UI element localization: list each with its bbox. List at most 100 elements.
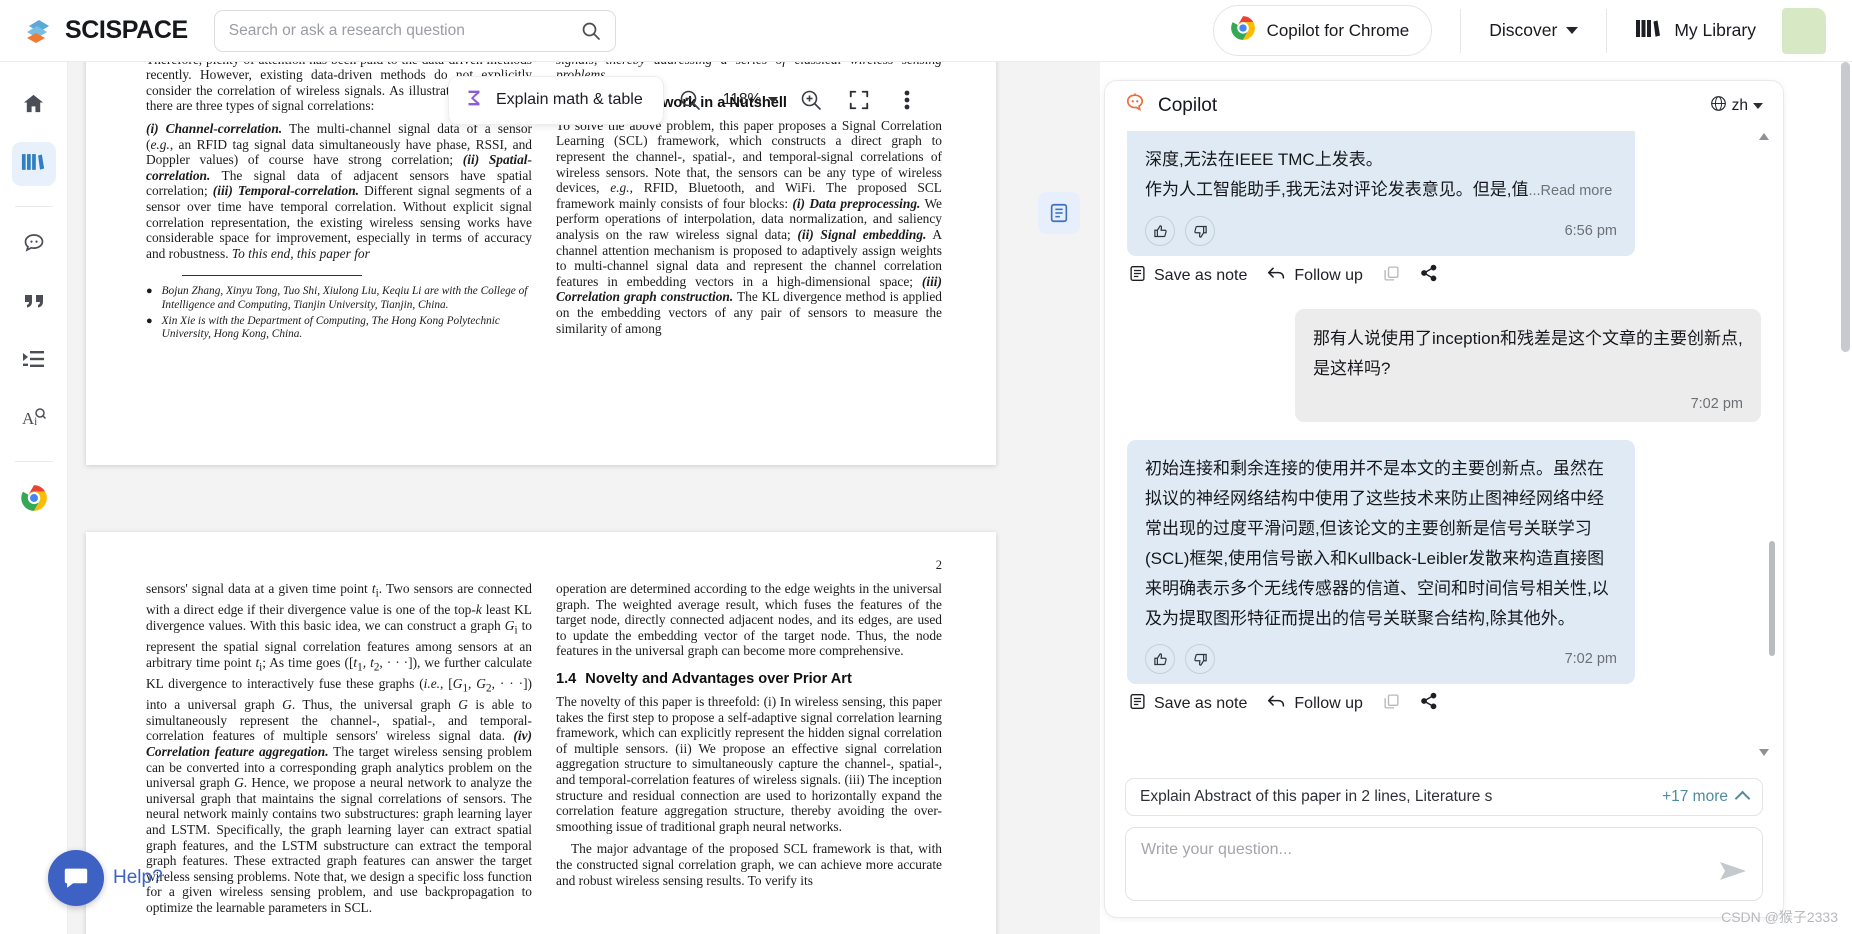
language-selector[interactable]: zh — [1710, 95, 1763, 117]
sidebar-item-chrome[interactable] — [12, 478, 56, 522]
copilot-panel: Copilot zh 深度,无法在IEEE TMC上发表。 作为人工智能助手,我… — [1104, 80, 1784, 918]
library-books-icon — [21, 150, 46, 178]
discover-label: Discover — [1489, 20, 1558, 40]
left-sidebar: A i — [0, 62, 68, 934]
save-as-note-button[interactable]: Save as note — [1129, 265, 1247, 287]
globe-icon — [1710, 95, 1727, 117]
share-icon — [1420, 692, 1438, 715]
copy-icon — [1383, 265, 1400, 287]
bullet-icon: ● — [146, 314, 153, 327]
copilot-for-chrome-label: Copilot for Chrome — [1266, 20, 1410, 40]
more-prompts-label[interactable]: +17 more — [1662, 788, 1728, 806]
scroll-down-arrow[interactable] — [1759, 749, 1769, 756]
share-button[interactable] — [1420, 264, 1438, 287]
chevron-up-icon[interactable] — [1734, 790, 1751, 807]
copy-button[interactable] — [1383, 693, 1400, 715]
message-timestamp: 7:02 pm — [1690, 396, 1743, 412]
page2-left-column: sensors' signal data at a given time poi… — [146, 581, 532, 923]
paragraph: To solve the above problem, this paper p… — [556, 117, 942, 336]
user-avatar[interactable] — [1782, 7, 1826, 54]
thumbs-up-icon[interactable] — [1145, 216, 1175, 246]
follow-up-button[interactable]: Follow up — [1267, 265, 1363, 287]
follow-up-button[interactable]: Follow up — [1267, 693, 1363, 715]
share-button[interactable] — [1420, 692, 1438, 715]
feedback-buttons — [1145, 644, 1215, 674]
suggested-prompt-text[interactable]: Explain Abstract of this paper in 2 line… — [1140, 788, 1662, 806]
copilot-messages[interactable]: 深度,无法在IEEE TMC上发表。 作为人工智能助手,我无法对评论发表意见。但… — [1105, 131, 1783, 768]
chevron-down-icon — [1753, 103, 1763, 109]
assistant-message-bubble: 初始连接和剩余连接的使用并不是本文的主要创新点。虽然在拟议的神经网络结构中使用了… — [1127, 440, 1635, 684]
scispace-logo-icon — [22, 15, 54, 47]
note-icon — [1129, 265, 1146, 287]
scrollbar-thumb[interactable] — [1769, 541, 1775, 656]
ai-text-search-icon: A i — [22, 406, 46, 433]
page-number: 2 — [935, 558, 942, 572]
sidebar-item-library[interactable] — [11, 142, 56, 186]
read-more-link[interactable]: ...Read more — [1528, 183, 1612, 199]
zoom-level-selector[interactable]: 118% — [716, 91, 786, 109]
discover-menu[interactable]: Discover — [1489, 20, 1579, 41]
user-message-bubble: 那有人说使用了inception和残差是这个文章的主要创新点,是这样吗? 7:0… — [1295, 309, 1761, 422]
copilot-composer-area: Explain Abstract of this paper in 2 line… — [1105, 768, 1783, 917]
copilot-for-chrome-button[interactable]: Copilot for Chrome — [1212, 5, 1433, 56]
chevron-down-icon — [1566, 27, 1579, 34]
search-input[interactable] — [228, 21, 581, 40]
sidebar-item-paraphrase[interactable]: A i — [12, 397, 56, 441]
footnote-item: ● Xin Xie is with the Department of Comp… — [146, 314, 500, 340]
pdf-viewer[interactable]: fect, and hardware deviation cannot be w… — [68, 62, 1100, 934]
search-icon[interactable] — [581, 21, 601, 41]
fullscreen-button[interactable] — [837, 78, 881, 122]
paragraph: The major advantage of the proposed SCL … — [556, 841, 942, 888]
suggested-prompts-bar[interactable]: Explain Abstract of this paper in 2 line… — [1125, 778, 1763, 816]
page2-right-column: operation are determined according to th… — [556, 581, 942, 923]
question-composer[interactable] — [1125, 827, 1763, 901]
header-divider-1 — [1460, 8, 1462, 53]
message-actions: Save as note Follow up — [1129, 264, 1761, 287]
help-widget[interactable]: Help? — [48, 850, 163, 906]
question-input[interactable] — [1141, 841, 1747, 859]
my-library-label: My Library — [1674, 20, 1756, 40]
sidebar-divider-1 — [14, 206, 53, 207]
copilot-scrollbar[interactable] — [1759, 131, 1775, 761]
copilot-header: Copilot zh — [1105, 81, 1783, 131]
page-scrollbar[interactable] — [1841, 62, 1850, 934]
global-search-bar[interactable] — [213, 9, 616, 52]
more-options-button[interactable] — [885, 78, 929, 122]
zoom-out-button[interactable] — [668, 78, 712, 122]
notes-panel-toggle[interactable] — [1038, 192, 1080, 234]
help-label[interactable]: Help? — [113, 867, 163, 889]
thumbs-up-icon[interactable] — [1145, 644, 1175, 674]
save-as-note-label: Save as note — [1154, 266, 1248, 284]
home-icon — [22, 92, 45, 120]
quote-marks-icon — [22, 291, 46, 316]
copilot-bot-icon — [1123, 92, 1147, 121]
message-timestamp: 6:56 pm — [1564, 223, 1617, 239]
sidebar-item-chat[interactable] — [12, 223, 56, 267]
feedback-buttons — [1145, 216, 1215, 246]
thumbs-down-icon[interactable] — [1185, 216, 1215, 246]
reply-arrow-icon — [1267, 693, 1286, 715]
sidebar-item-outline[interactable] — [12, 339, 56, 383]
paragraph: sensors' signal data at a given time poi… — [146, 581, 533, 915]
scroll-up-arrow[interactable] — [1759, 133, 1769, 140]
my-library-button[interactable]: My Library — [1635, 16, 1756, 45]
share-icon — [1420, 264, 1438, 287]
page-scrollbar-thumb[interactable] — [1841, 62, 1850, 352]
zoom-in-button[interactable] — [789, 78, 833, 122]
copy-icon — [1383, 693, 1400, 715]
sidebar-item-home[interactable] — [12, 84, 56, 128]
send-button[interactable] — [1718, 859, 1748, 888]
message-footer: 7:02 pm — [1145, 644, 1617, 674]
thumbs-down-icon[interactable] — [1185, 644, 1215, 674]
explain-math-table-button[interactable]: Explain math & table — [448, 75, 664, 125]
pdf-page-2: 2 sensors' signal data at a given time p… — [86, 532, 996, 934]
sidebar-divider-2 — [14, 461, 53, 462]
language-value: zh — [1731, 97, 1748, 114]
copy-button[interactable] — [1383, 265, 1400, 287]
save-as-note-button[interactable]: Save as note — [1129, 693, 1247, 715]
sidebar-item-citations[interactable] — [12, 281, 56, 325]
message-timestamp: 7:02 pm — [1564, 651, 1617, 667]
help-chat-button[interactable] — [48, 850, 104, 906]
note-icon — [1129, 693, 1146, 715]
brand-logo-group[interactable]: SCISPACE — [22, 15, 188, 47]
